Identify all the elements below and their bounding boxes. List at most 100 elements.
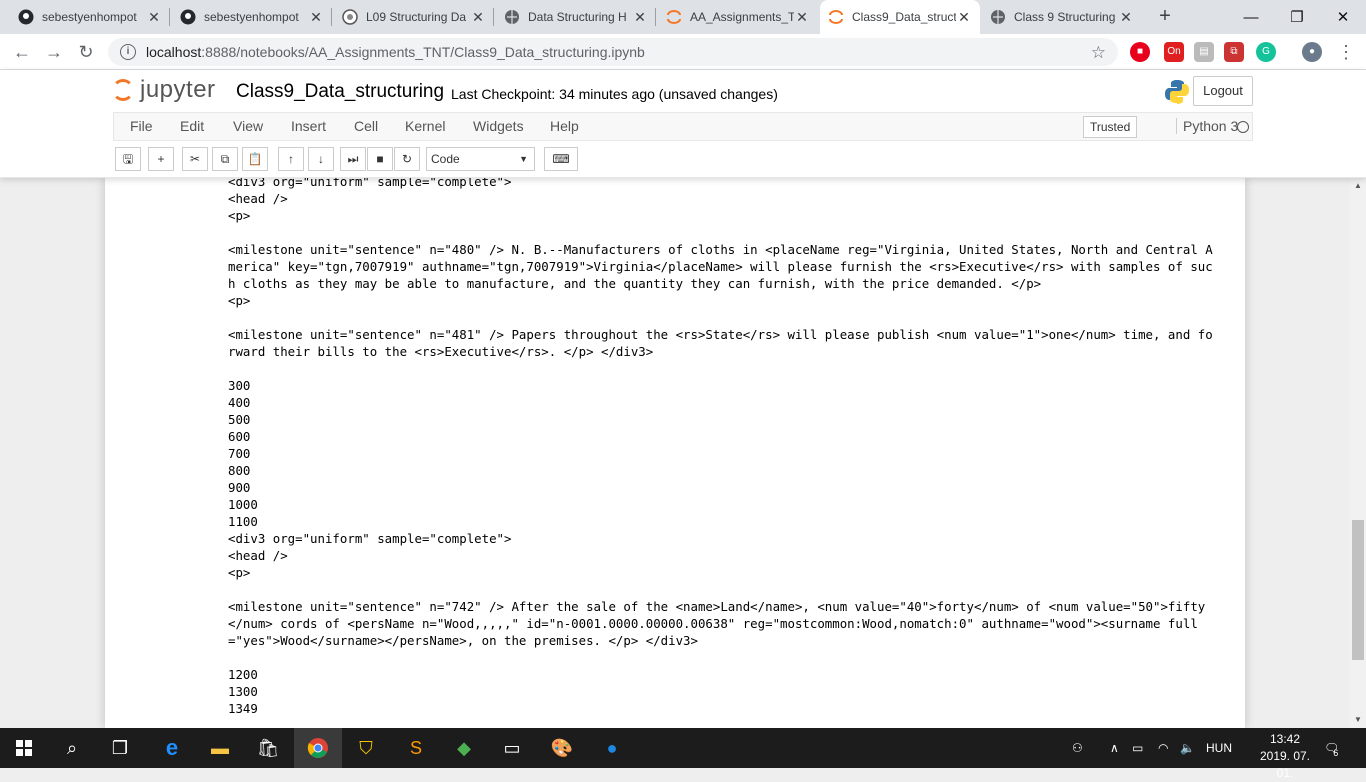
tab-title: Class 9 Structuring [1014,10,1116,24]
search-icon[interactable]: ⌕ [48,728,96,768]
paste-icon[interactable]: 📋 [242,147,268,171]
forward-arrow-icon[interactable]: → [42,40,66,64]
close-icon[interactable]: ✕ [632,9,648,26]
close-icon[interactable]: ✕ [1118,9,1134,26]
cell-output: <div3 org="uniform" sample="complete"> <… [228,178,1213,716]
profile-avatar[interactable]: ● [1302,42,1322,62]
browser-tab[interactable]: L09 Structuring Da ✕ [334,0,494,34]
globe-icon [504,9,520,25]
adblock-extension-icon[interactable]: ■ [1130,42,1150,62]
chat-app-icon[interactable]: ● [588,728,636,768]
scroll-down-icon[interactable]: ▼ [1350,712,1366,728]
url-host: localhost [146,44,202,60]
close-icon[interactable]: ✕ [146,9,162,26]
move-down-icon[interactable]: ↓ [308,147,334,171]
menu-help[interactable]: Help [550,118,579,134]
tab-title: AA_Assignments_T [690,10,794,24]
battery-icon[interactable]: ▭ [1132,728,1143,768]
browser-toolbar: ← → ↻ i localhost:8888/notebooks/AA_Assi… [0,34,1366,70]
menu-file[interactable]: File [130,118,153,134]
chrome-menu-icon[interactable]: ⋮ [1334,40,1358,64]
browser-tab[interactable]: sebestyenhompot ✕ [10,0,170,34]
scrollbar-thumb[interactable] [1352,520,1364,660]
browser-tab-active[interactable]: Class9_Data_struct ✕ [820,0,980,34]
browser-tab[interactable]: Class 9 Structuring ✕ [982,0,1142,34]
browser-tab[interactable]: AA_Assignments_T ✕ [658,0,818,34]
people-icon[interactable]: ⚇ [1072,728,1083,768]
restart-icon[interactable]: ↻ [394,147,420,171]
terminal-icon[interactable]: ▭ [488,728,536,768]
notebook-page: <div3 org="uniform" sample="complete"> <… [105,178,1245,728]
close-window-icon[interactable]: ✕ [1320,0,1366,34]
close-icon[interactable]: ✕ [956,9,972,26]
windows-start-icon[interactable] [0,728,48,768]
minimize-icon[interactable]: — [1228,0,1274,34]
dictionary-extension-icon[interactable]: On [1164,42,1184,62]
trusted-indicator[interactable]: Trusted [1083,116,1138,138]
kernel-name[interactable]: Python 3 [1176,118,1238,134]
address-bar[interactable]: i localhost:8888/notebooks/AA_Assignment… [108,38,1118,66]
input-language[interactable]: HUN [1206,728,1232,768]
jupyter-icon [828,9,844,25]
notification-icon[interactable]: 🗨 6 [1324,728,1339,768]
edge-icon[interactable]: e [148,728,196,768]
copy-icon[interactable]: ⧉ [212,147,238,171]
wifi-icon[interactable]: ◠ [1158,728,1168,768]
menu-insert[interactable]: Insert [291,118,326,134]
menu-cell[interactable]: Cell [354,118,378,134]
kernel-idle-icon [1237,121,1249,133]
save-icon[interactable]: 🖫 [115,147,141,171]
chevron-up-icon[interactable]: ∧ [1110,728,1119,768]
jupyter-logo-text: jupyter [140,76,216,103]
move-up-icon[interactable]: ↑ [278,147,304,171]
close-icon[interactable]: ✕ [470,9,486,26]
python-logo-icon [1165,80,1189,104]
volume-icon[interactable]: 🔈 [1180,728,1195,768]
clock-date: 2019. 07. 01. [1259,749,1311,780]
notification-count: 6 [1333,748,1339,758]
notebook-name[interactable]: Class9_Data_structuring [236,81,444,103]
grammarly-extension-icon[interactable]: G [1256,42,1276,62]
task-view-icon[interactable]: ❐ [96,728,144,768]
bookmark-star-icon[interactable]: ☆ [1091,43,1106,63]
menu-kernel[interactable]: Kernel [405,118,445,134]
document-extension-icon[interactable]: ▤ [1194,42,1214,62]
chrome-icon[interactable] [294,728,342,768]
stop-icon[interactable]: ■ [367,147,393,171]
pdf-extension-icon[interactable]: ⧉ [1224,42,1244,62]
tab-title: Data Structuring H [528,10,627,24]
info-icon[interactable]: i [120,44,136,60]
close-icon[interactable]: ✕ [794,9,810,26]
restore-icon[interactable]: ❐ [1274,0,1320,34]
back-arrow-icon[interactable]: ← [10,40,34,64]
menu-view[interactable]: View [233,118,263,134]
file-explorer-icon[interactable]: ▬ [196,728,244,768]
system-clock[interactable]: 13:42 2019. 07. 01. [1250,731,1320,782]
cell-type-value: Code [431,152,460,166]
jupyter-header: jupyter Class9_Data_structuring Last Che… [0,70,1366,178]
reload-icon[interactable]: ↻ [74,40,98,64]
github-icon [180,9,196,25]
shield-app-icon[interactable]: ⛉ [342,728,390,768]
cut-icon[interactable]: ✂ [182,147,208,171]
run-icon[interactable]: ⏭ [340,147,366,171]
site-icon [342,9,358,25]
menu-widgets[interactable]: Widgets [473,118,524,134]
page-scrollbar[interactable]: ▲ ▼ [1350,178,1366,728]
insert-cell-icon[interactable]: + [148,147,174,171]
logout-button[interactable]: Logout [1193,76,1253,106]
jupyter-logo[interactable]: jupyter [112,76,216,104]
new-tab-button[interactable]: + [1152,5,1178,29]
browser-tab[interactable]: Data Structuring H ✕ [496,0,656,34]
sublime-text-icon[interactable]: S [392,728,440,768]
menu-edit[interactable]: Edit [180,118,204,134]
paint-icon[interactable]: 🎨 [538,728,586,768]
clock-time: 13:42 [1269,732,1301,746]
store-icon[interactable]: 🛍 [244,728,292,768]
cell-type-select[interactable]: Code ▼ [426,147,535,171]
browser-tab[interactable]: sebestyenhompot ✕ [172,0,332,34]
close-icon[interactable]: ✕ [308,9,324,26]
keyboard-icon[interactable]: ⌨ [544,147,578,171]
scroll-up-icon[interactable]: ▲ [1350,178,1366,194]
git-icon[interactable]: ◆ [440,728,488,768]
